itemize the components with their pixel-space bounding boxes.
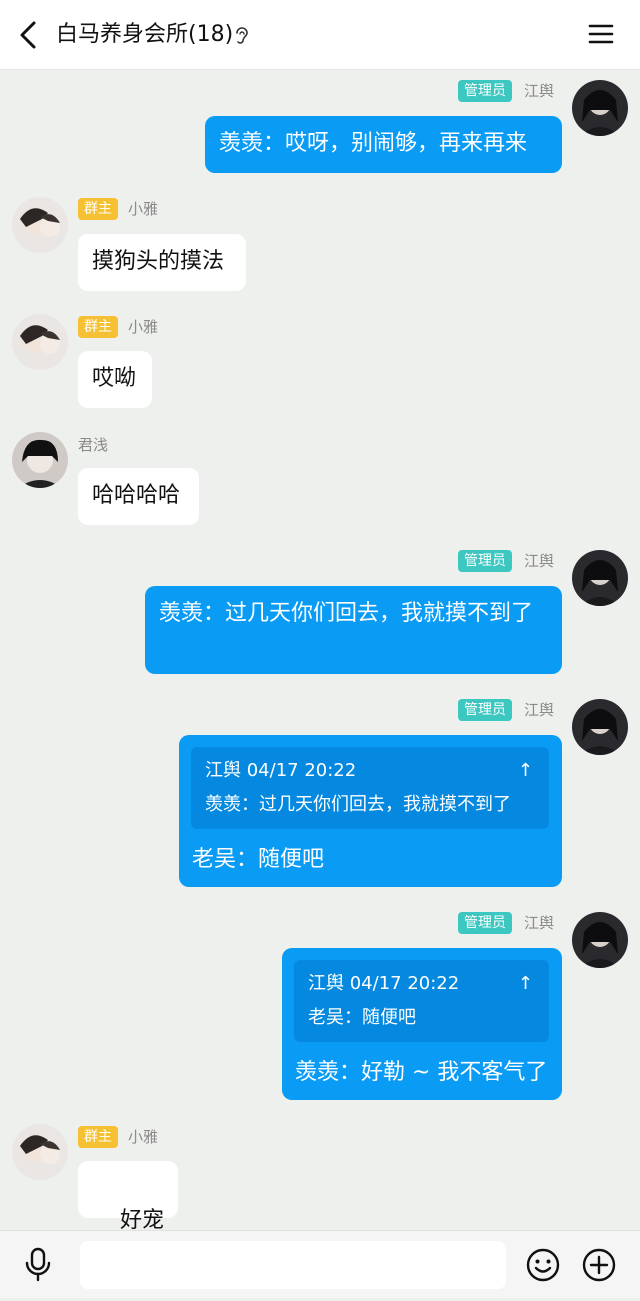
quote-header: 江舆 04/17 20:22	[205, 760, 357, 781]
sender-name: 小雅	[128, 318, 159, 336]
sender-name: 江舆	[524, 82, 555, 100]
reply-text: 老吴：随便吧	[192, 847, 325, 872]
reply-bubble[interactable]: 江舆 04/17 20:22 ↑ 羡羡：过几天你们回去，我就摸不到了 老吴：随便…	[179, 735, 562, 887]
avatar[interactable]	[12, 197, 68, 253]
chat-title[interactable]: 白马养身会所(18)	[56, 20, 233, 50]
avatar[interactable]	[572, 80, 628, 136]
sender-name: 江舆	[524, 914, 555, 932]
sender-name: 小雅	[128, 200, 159, 218]
ear-icon	[236, 27, 248, 44]
plus-icon[interactable]	[581, 1247, 617, 1283]
avatar[interactable]	[12, 1124, 68, 1180]
avatar[interactable]	[572, 912, 628, 968]
quoted-message[interactable]: 江舆 04/17 20:22 ↑ 老吴：随便吧	[294, 960, 549, 1042]
message-input[interactable]	[80, 1241, 506, 1289]
quote-text: 老吴：随便吧	[308, 1007, 416, 1028]
message-list[interactable]: 管理员 江舆 羡羡：哎呀，别闹够，再来再来 群主 小雅 摸狗头的摸法 群主 小雅…	[0, 70, 640, 1261]
emoji-icon[interactable]	[525, 1247, 561, 1283]
mic-icon[interactable]	[22, 1247, 54, 1283]
avatar[interactable]	[12, 314, 68, 370]
admin-badge: 管理员	[458, 550, 512, 572]
sender-name: 小雅	[128, 1128, 159, 1146]
quote-header: 江舆 04/17 20:22	[308, 973, 460, 994]
message-bubble[interactable]: 羡羡：哎呀，别闹够，再来再来	[205, 116, 562, 173]
avatar[interactable]	[572, 550, 628, 606]
input-bar	[0, 1230, 640, 1298]
message-bubble[interactable]: 好宠	[78, 1161, 178, 1261]
message-bubble[interactable]: 哈哈哈哈	[78, 468, 199, 525]
quoted-message[interactable]: 江舆 04/17 20:22 ↑ 羡羡：过几天你们回去，我就摸不到了	[191, 747, 549, 829]
top-bar: 白马养身会所(18)	[0, 0, 640, 70]
message-bubble[interactable]: 摸狗头的摸法	[78, 234, 246, 291]
quote-jump-icon[interactable]: ↑	[518, 759, 533, 783]
message-bubble[interactable]: 羡羡：过几天你们回去，我就摸不到了	[145, 586, 562, 674]
reply-text: 羡羡：好勒 ~ 我不客气了	[295, 1060, 548, 1085]
admin-badge: 管理员	[458, 699, 512, 721]
sender-name: 江舆	[524, 552, 555, 570]
sender-name: 君浅	[78, 436, 109, 454]
quote-jump-icon[interactable]: ↑	[518, 972, 533, 996]
quote-text: 羡羡：过几天你们回去，我就摸不到了	[205, 794, 511, 815]
back-arrow-icon[interactable]	[12, 18, 44, 52]
avatar[interactable]	[572, 699, 628, 755]
admin-badge: 管理员	[458, 80, 512, 102]
reply-bubble[interactable]: 江舆 04/17 20:22 ↑ 老吴：随便吧 羡羡：好勒 ~ 我不客气了	[282, 948, 562, 1100]
owner-badge: 群主	[78, 198, 118, 220]
message-bubble[interactable]: 哎呦	[78, 351, 152, 408]
sender-name: 江舆	[524, 701, 555, 719]
owner-badge: 群主	[78, 316, 118, 338]
owner-badge: 群主	[78, 1126, 118, 1148]
menu-icon[interactable]	[588, 22, 614, 46]
avatar[interactable]	[12, 432, 68, 488]
admin-badge: 管理员	[458, 912, 512, 934]
